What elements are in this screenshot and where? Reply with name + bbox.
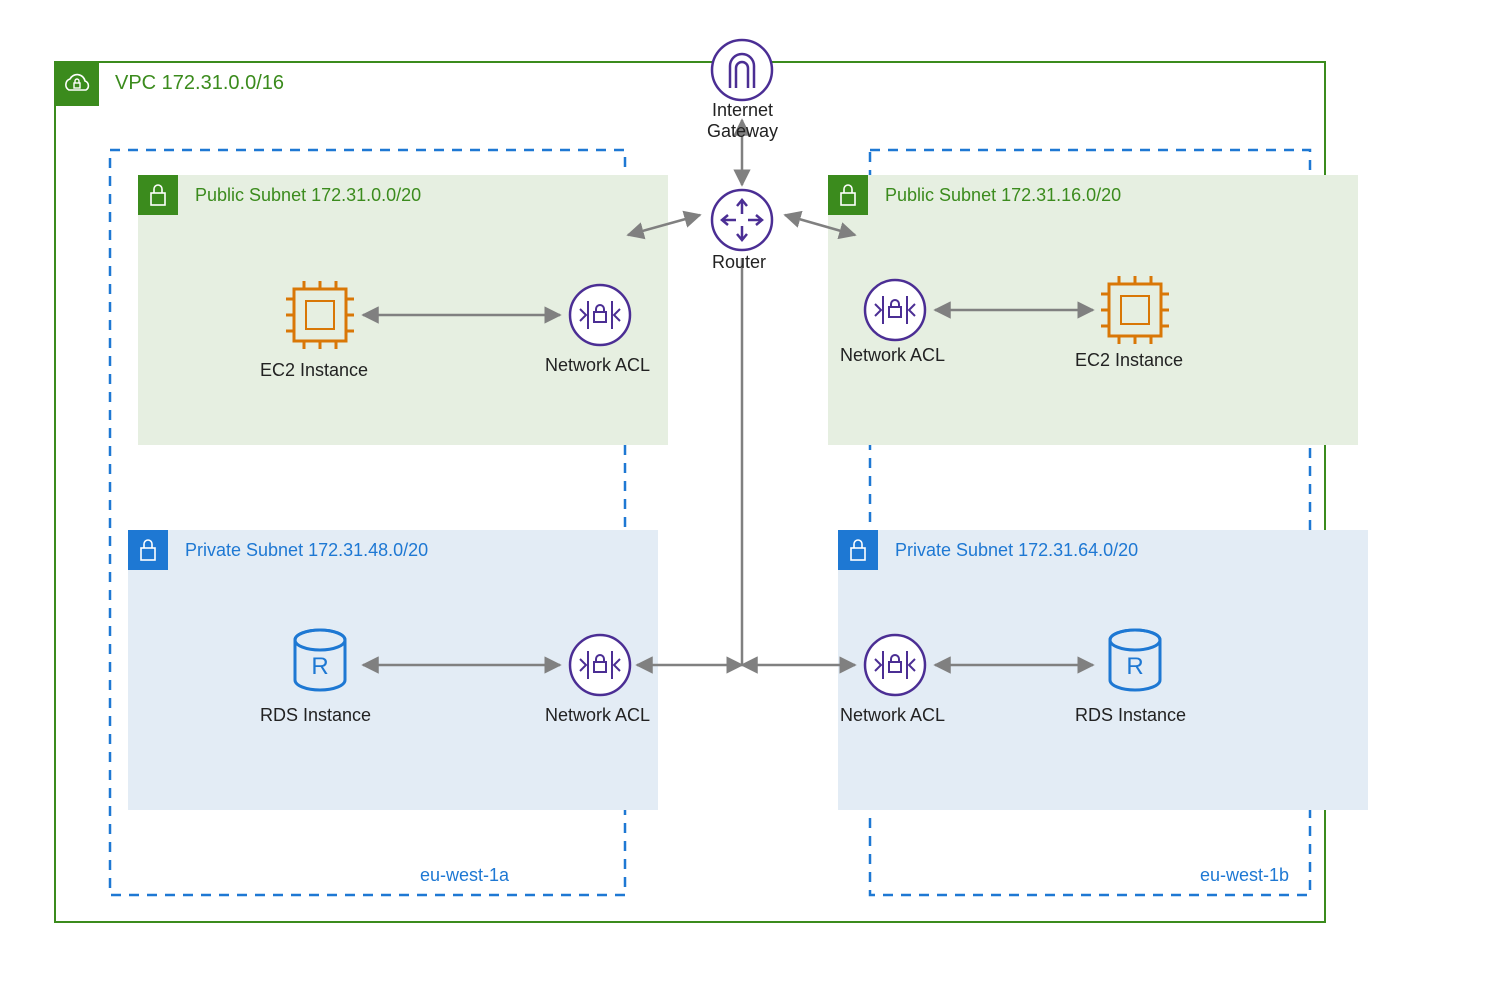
nacl-priv-right-icon <box>865 635 925 695</box>
diagram-canvas: R R VPC 172.31.0.0/16 Internet Gateway R… <box>0 0 1492 1000</box>
ec2-left-label: EC2 Instance <box>260 360 368 381</box>
router-icon <box>712 190 772 250</box>
nacl-pub-right-label: Network ACL <box>840 345 945 366</box>
rds-left-label: RDS Instance <box>260 705 371 726</box>
nacl-priv-left-label: Network ACL <box>545 705 650 726</box>
lock-icon <box>138 175 178 215</box>
nacl-priv-left-icon <box>570 635 630 695</box>
vpc-cloud-lock-icon <box>55 62 99 106</box>
router-label: Router <box>712 252 766 273</box>
lock-icon <box>828 175 868 215</box>
svg-text:R: R <box>311 653 328 680</box>
az-left-label: eu-west-1a <box>420 865 509 886</box>
rds-right-label: RDS Instance <box>1075 705 1186 726</box>
vpc-label: VPC 172.31.0.0/16 <box>115 72 284 95</box>
public-subnet-right-label: Public Subnet 172.31.16.0/20 <box>885 185 1121 206</box>
az-right-label: eu-west-1b <box>1200 865 1289 886</box>
lock-icon <box>128 530 168 570</box>
private-subnet-left-label: Private Subnet 172.31.48.0/20 <box>185 540 428 561</box>
nacl-pub-left-label: Network ACL <box>545 355 650 376</box>
lock-icon <box>838 530 878 570</box>
internet-gateway-icon <box>712 40 772 100</box>
ec2-right-label: EC2 Instance <box>1075 350 1183 371</box>
svg-text:R: R <box>1126 653 1143 680</box>
nacl-pub-left-icon <box>570 285 630 345</box>
public-subnet-left-label: Public Subnet 172.31.0.0/20 <box>195 185 421 206</box>
private-subnet-right-label: Private Subnet 172.31.64.0/20 <box>895 540 1138 561</box>
nacl-pub-right-icon <box>865 280 925 340</box>
igw-label: Internet Gateway <box>695 100 790 142</box>
nacl-priv-right-label: Network ACL <box>840 705 945 726</box>
diagram-svg: R R <box>0 0 1492 1000</box>
